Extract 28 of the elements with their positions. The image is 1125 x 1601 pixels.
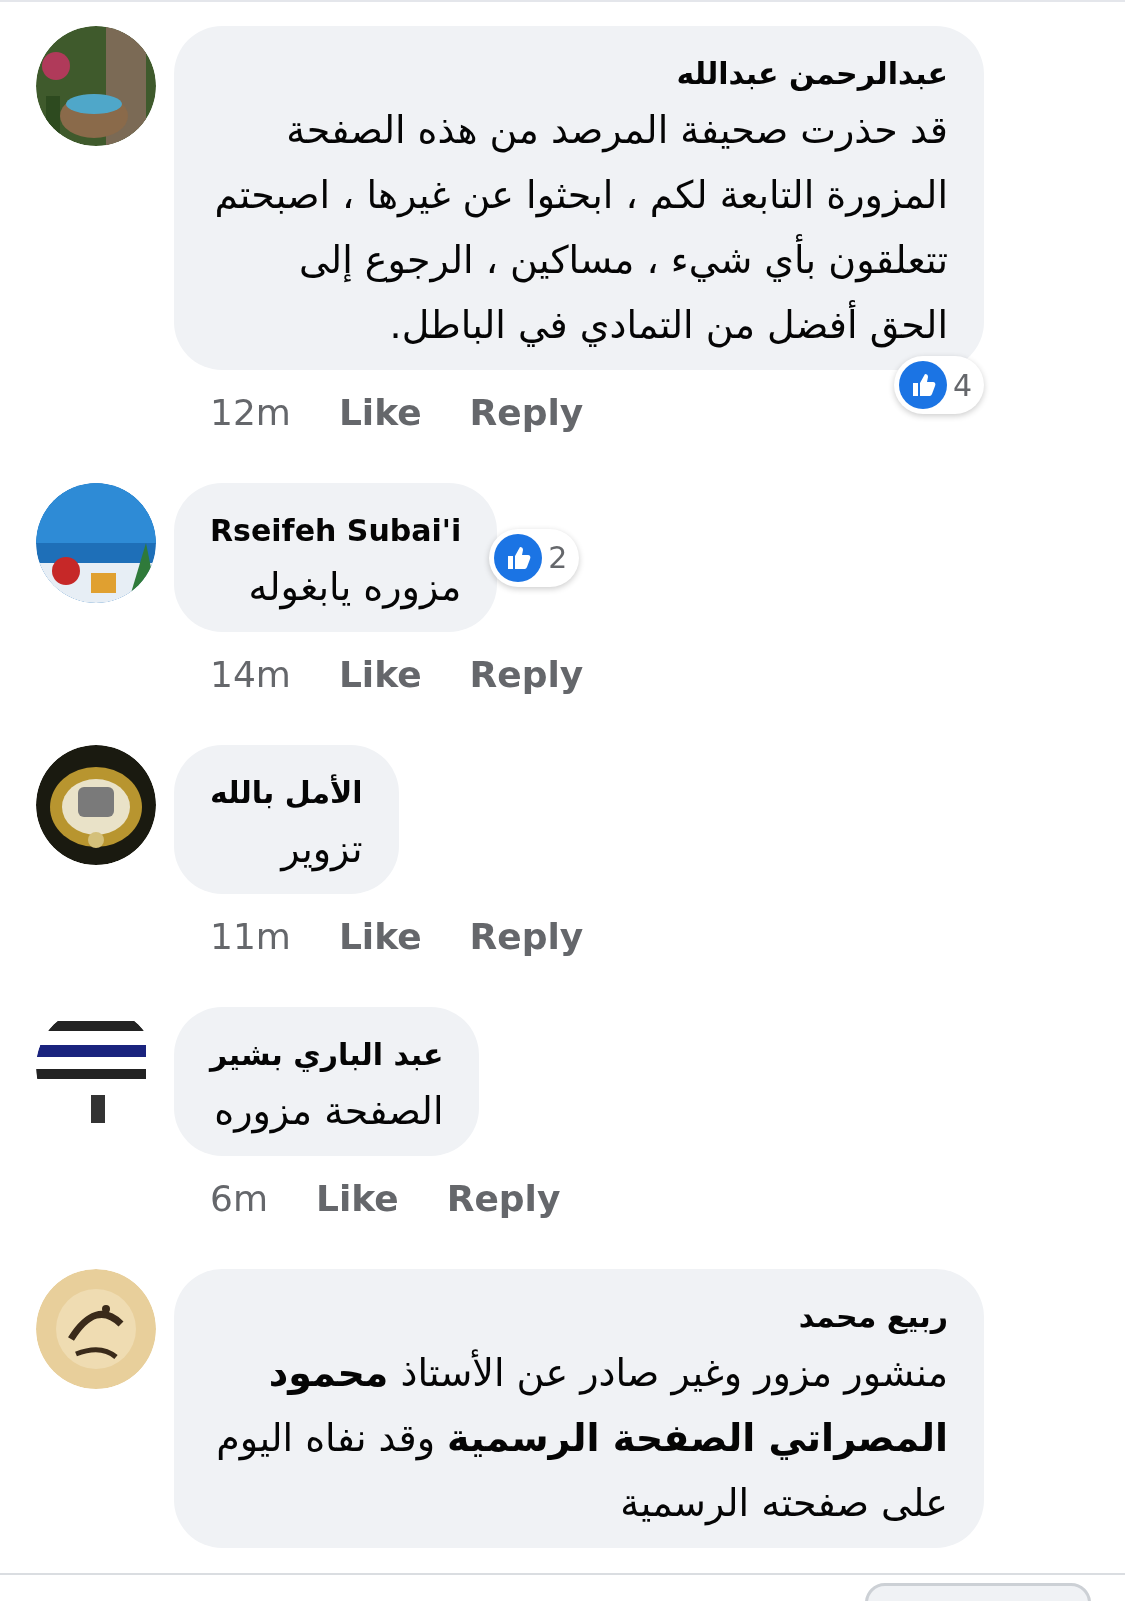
comment-time: 12m xyxy=(210,392,291,433)
like-icon xyxy=(494,533,543,582)
reply-link[interactable]: Reply xyxy=(469,392,584,433)
reaction-count: 4 xyxy=(952,367,972,403)
comment-time: 6m xyxy=(210,1178,268,1219)
reaction-badge[interactable]: 4 xyxy=(893,356,984,414)
reply-link[interactable]: Reply xyxy=(469,916,584,957)
like-icon xyxy=(898,361,947,409)
comment-time: 11m xyxy=(210,916,291,957)
comment-text: قد حذرت صحيفة المرصد من هذه الصفحة المزورة التابعة لكم ، ابحثوا عن غيرها ، اصبحتم تتعلقون بأي شيء ، مساكين ، الرجوع إلى الحق أفضل من التمادي في الباطل. xyxy=(213,107,948,350)
comment-author[interactable]: عبد الباري بشير xyxy=(210,1031,444,1079)
like-link[interactable]: Like xyxy=(338,392,422,433)
reply-link[interactable]: Reply xyxy=(446,1178,561,1219)
reaction-count: 2 xyxy=(548,540,568,575)
like-link[interactable]: Like xyxy=(338,916,422,957)
comment-time: 14m xyxy=(210,654,291,695)
comment-author[interactable]: عبدالرحمن عبدالله xyxy=(210,50,948,98)
comment-text: تزوير xyxy=(278,826,363,874)
reaction-badge[interactable]: 2 xyxy=(489,528,580,587)
comment-text: الصفحة مزوره xyxy=(213,1088,444,1136)
like-link[interactable]: Like xyxy=(338,654,422,695)
comment-author[interactable]: ربيع محمد xyxy=(210,1293,948,1341)
like-link[interactable]: Like xyxy=(316,1178,399,1219)
comment-author[interactable]: Rseifeh Subai'i xyxy=(210,507,462,555)
comment-text: منشور مزور وغير صادر عن الأستاذ محمود المصراتي الصفحة الرسمية وقد نفاه اليوم على صفحته الرسمية xyxy=(215,1348,948,1528)
comment-text: مزوره يابغوله xyxy=(247,564,462,612)
comment-author[interactable]: الأمل بالله xyxy=(210,769,363,817)
reply-link[interactable]: Reply xyxy=(469,654,584,695)
